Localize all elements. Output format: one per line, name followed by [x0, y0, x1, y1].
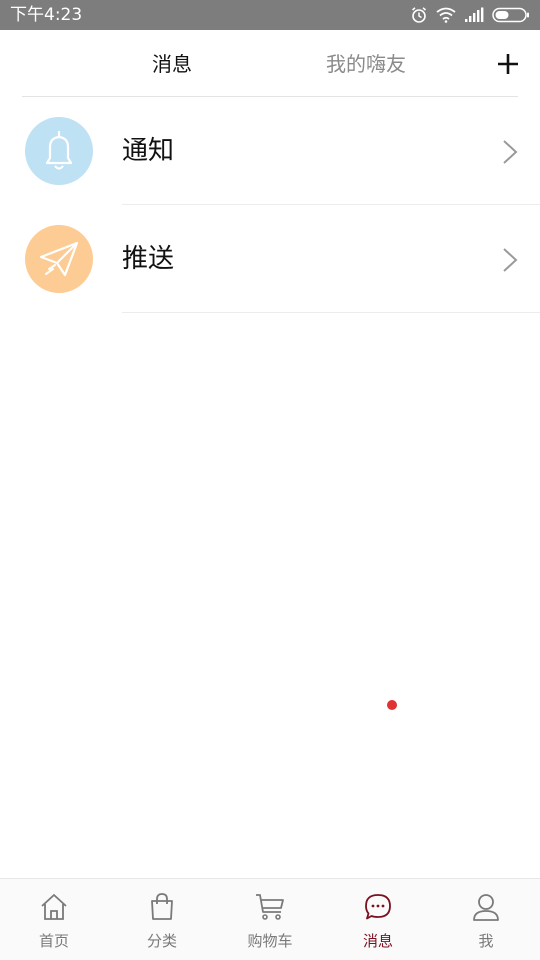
status-time: 下午4:23: [10, 5, 83, 25]
bell-icon: [45, 131, 73, 170]
status-icons: [410, 5, 530, 25]
nav-label: 消息: [362, 932, 393, 950]
signal-icon: [465, 7, 484, 22]
plus-icon[interactable]: [496, 52, 520, 76]
cart-icon: [256, 894, 284, 920]
person-icon: [473, 894, 499, 921]
list-item-label: 推送: [122, 244, 175, 274]
bag-icon: [151, 893, 173, 920]
nav-label: 我: [478, 932, 494, 950]
red-dot-indicator: [387, 700, 397, 710]
nav-label: 首页: [38, 932, 69, 950]
list-item-push[interactable]: 推送: [0, 205, 540, 313]
notification-avatar: [25, 117, 93, 185]
nav-item-category[interactable]: 分类: [108, 879, 216, 960]
top-tab-bar: 消息 我的嗨友: [0, 30, 540, 97]
tab-my-friends[interactable]: 我的嗨友: [326, 50, 406, 78]
push-avatar: [25, 225, 93, 293]
chevron-right-icon: [503, 140, 518, 164]
list-divider: [122, 312, 540, 313]
alarm-icon: [411, 7, 427, 23]
nav-label: 分类: [146, 932, 177, 950]
nav-item-home[interactable]: 首页: [0, 879, 108, 960]
nav-label: 购物车: [247, 932, 293, 950]
battery-icon: [492, 7, 529, 23]
bottom-nav: 首页 分类 购物车 消息 我: [0, 878, 540, 960]
tab-messages[interactable]: 消息: [152, 50, 192, 78]
list-item-notifications[interactable]: 通知: [0, 97, 540, 205]
paper-plane-icon: [39, 241, 79, 277]
nav-item-cart[interactable]: 购物车: [216, 879, 324, 960]
home-icon: [41, 894, 67, 920]
wifi-icon: [436, 7, 456, 23]
chat-bubble-icon: [365, 894, 391, 920]
list-item-label: 通知: [122, 136, 175, 166]
status-bar: 下午4:23: [0, 0, 540, 30]
nav-item-messages[interactable]: 消息: [324, 879, 432, 960]
nav-item-me[interactable]: 我: [432, 879, 540, 960]
chevron-right-icon: [503, 248, 518, 272]
